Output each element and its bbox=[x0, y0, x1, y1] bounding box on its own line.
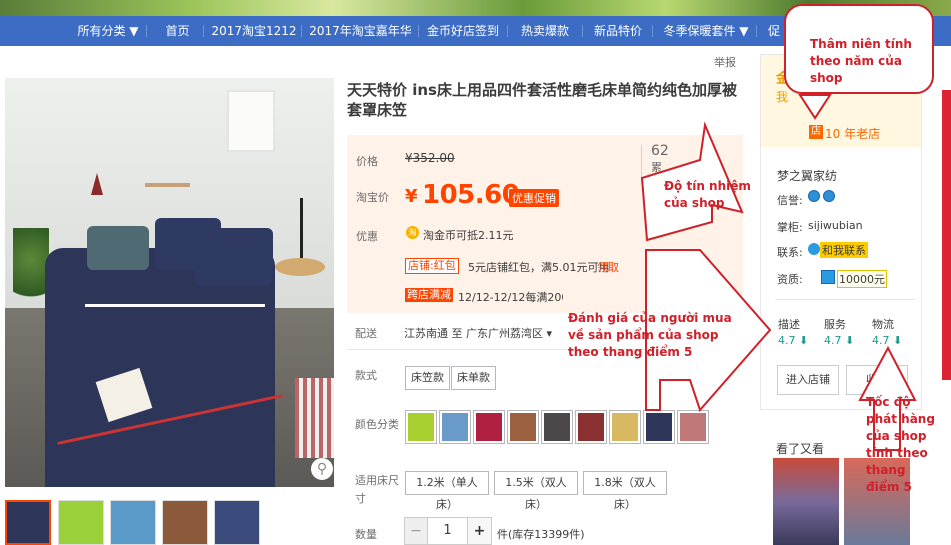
annotation-buyer-rating: Đánh giá của người mua về sản phẩm của s… bbox=[568, 311, 732, 359]
annotation-seniority: Thâm niên tính theo năm của shop bbox=[784, 4, 934, 94]
annotation-credibility: Độ tín nhiệm của shop bbox=[664, 179, 751, 210]
annotation-shipping-speed: Tốc độ phát hàng của shop tính theo than… bbox=[866, 395, 935, 494]
arrow-seniority bbox=[798, 94, 832, 120]
